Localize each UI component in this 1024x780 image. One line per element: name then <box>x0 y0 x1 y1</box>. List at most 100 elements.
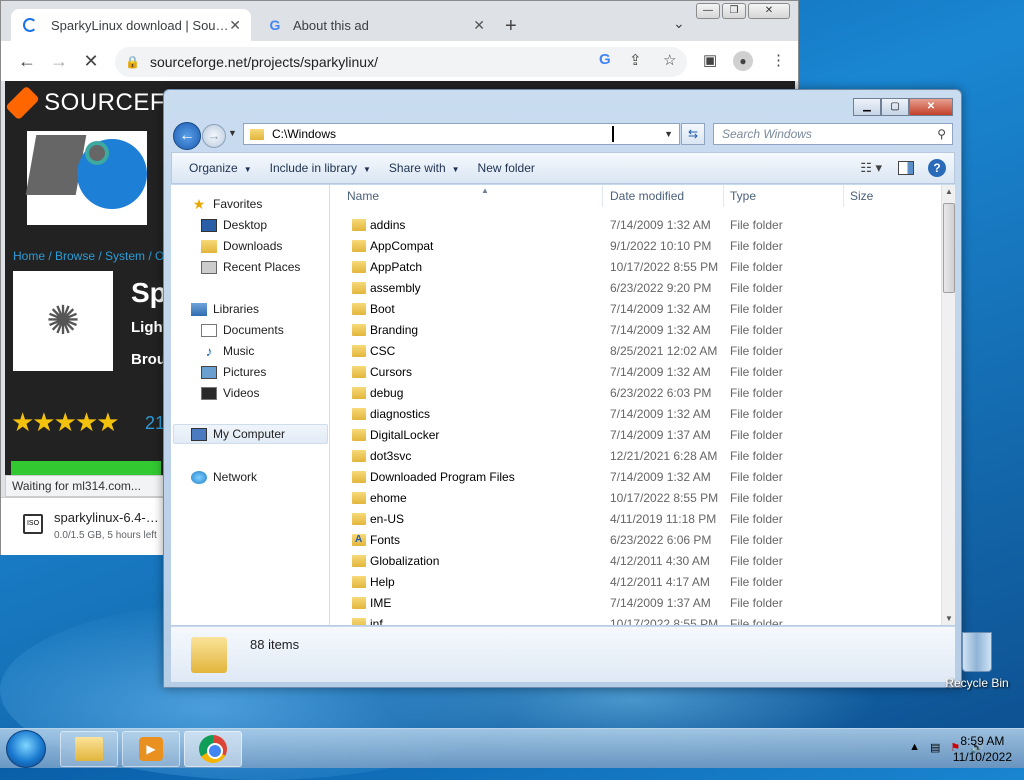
preview-pane-icon[interactable] <box>898 161 914 175</box>
folder-icon <box>352 261 366 273</box>
file-row[interactable]: debug 6/23/2022 6:03 PM File folder <box>331 383 941 404</box>
close-button[interactable]: ✕ <box>909 98 953 116</box>
sourceforge-logo-icon[interactable] <box>5 85 40 121</box>
file-row[interactable]: Fonts 6/23/2022 6:06 PM File folder <box>331 529 941 551</box>
include-in-library-button[interactable]: Include in library ▼ <box>261 161 380 175</box>
file-row[interactable]: Cursors 7/14/2009 1:32 AM File folder <box>331 362 941 383</box>
network-tray-icon[interactable]: ▤ <box>930 741 940 754</box>
column-type[interactable]: Type <box>724 185 844 207</box>
search-input[interactable]: Search Windows ⚲ <box>713 123 953 145</box>
download-filename[interactable]: sparkylinux-6.4-x86 <box>54 510 164 525</box>
nav-my-computer[interactable]: My Computer <box>173 424 328 444</box>
tab-search-icon[interactable]: ⌄ <box>673 15 685 32</box>
forward-arrow-icon[interactable]: → <box>202 124 226 148</box>
column-date-modified[interactable]: Date modified <box>604 185 724 207</box>
organize-button[interactable]: Organize ▼ <box>180 161 261 175</box>
sourceforge-logo-text[interactable]: SOURCEF <box>44 89 165 117</box>
nav-favorites[interactable]: ★ Favorites <box>191 194 263 214</box>
file-row[interactable]: Globalization 4/12/2011 4:30 AM File folde… <box>331 551 941 572</box>
scroll-up-icon[interactable]: ▲ <box>945 187 953 196</box>
help-icon[interactable]: ? <box>928 159 946 177</box>
column-size[interactable]: Size <box>844 185 934 207</box>
bookmark-star-icon[interactable]: ☆ <box>663 51 676 69</box>
tab-about-ad[interactable]: G About this ad ✕ <box>255 9 495 41</box>
libraries-icon <box>191 302 207 316</box>
file-row[interactable]: addins 7/14/2009 1:32 AM File folder <box>331 215 941 236</box>
profile-avatar-icon[interactable]: ● <box>733 51 753 71</box>
file-row[interactable]: Downloaded Program Files 7/14/2009 1:32 A… <box>331 467 941 488</box>
new-tab-button[interactable]: + <box>505 15 517 38</box>
file-row[interactable]: en-US 4/11/2019 11:18 PM File folder <box>331 509 941 530</box>
nav-recent-places[interactable]: Recent Places <box>201 257 300 277</box>
recent-pages-chevron-icon[interactable]: ▼ <box>228 128 237 138</box>
file-row[interactable]: AppPatch 10/17/2022 8:55 PM File folder <box>331 257 941 278</box>
vertical-scrollbar[interactable]: ▲ ▼ <box>941 185 955 625</box>
file-date: 7/14/2009 1:32 AM <box>610 302 711 316</box>
folder-icon <box>352 303 366 315</box>
minimize-button[interactable]: — <box>696 3 720 19</box>
side-panel-icon[interactable]: ▣ <box>703 51 717 69</box>
file-row[interactable]: CSC 8/25/2021 12:02 AM File folder <box>331 341 941 362</box>
change-view-icon[interactable]: ☷ ▾ <box>860 160 882 176</box>
scroll-down-icon[interactable]: ▼ <box>945 614 953 623</box>
nav-downloads[interactable]: Downloads <box>201 236 282 256</box>
column-name[interactable]: ▲ Name <box>341 185 603 207</box>
network-icon <box>191 470 207 484</box>
taskbar-chrome[interactable] <box>184 731 242 767</box>
file-row[interactable]: diagnostics 7/14/2009 1:32 AM File folder <box>331 404 941 425</box>
forward-arrow-icon[interactable]: → <box>43 51 75 72</box>
ad-banner[interactable] <box>25 131 147 225</box>
file-row[interactable]: inf 10/17/2022 8:55 PM File folder <box>331 614 941 625</box>
google-lens-icon[interactable]: G <box>599 51 611 68</box>
taskbar-media-player[interactable]: ▶ <box>122 731 180 767</box>
taskbar-explorer[interactable] <box>60 731 118 767</box>
show-hidden-icons-icon[interactable]: ▲ <box>909 741 920 754</box>
file-row[interactable]: IME 7/14/2009 1:37 AM File folder <box>331 593 941 614</box>
clock[interactable]: 8:59 AM 11/10/2022 <box>953 733 1012 765</box>
file-row[interactable]: Boot 7/14/2009 1:32 AM File folder <box>331 299 941 320</box>
file-row[interactable]: AppCompat 9/1/2022 10:10 PM File folder <box>331 236 941 257</box>
share-with-button[interactable]: Share with ▼ <box>380 161 469 175</box>
restore-button[interactable]: ❐ <box>722 3 746 19</box>
refresh-icon[interactable]: ⇆ <box>681 123 705 145</box>
address-dropdown-icon[interactable]: ▼ <box>664 129 673 139</box>
folder-icon <box>352 576 366 588</box>
file-row[interactable]: assembly 6/23/2022 9:20 PM File folder <box>331 278 941 299</box>
item-count: 88 items <box>250 637 300 652</box>
nav-libraries[interactable]: Libraries <box>191 299 259 319</box>
close-tab-icon[interactable]: ✕ <box>473 17 485 34</box>
menu-kebab-icon[interactable]: ⋮ <box>771 51 786 69</box>
breadcrumb[interactable]: Home / Browse / System / OS <box>13 249 172 263</box>
file-row[interactable]: dot3svc 12/21/2021 6:28 AM File folder <box>331 446 941 467</box>
nav-network[interactable]: Network <box>191 467 257 487</box>
nav-music[interactable]: ♪ Music <box>201 341 255 361</box>
file-type: File folder <box>730 428 783 442</box>
file-type: File folder <box>730 470 783 484</box>
lock-icon[interactable]: 🔒 <box>125 55 140 69</box>
file-row[interactable]: Help 4/12/2011 4:17 AM File folder <box>331 572 941 593</box>
explorer-window-controls: ▁ ▢ ✕ <box>853 98 953 116</box>
minimize-button[interactable]: ▁ <box>853 98 881 116</box>
back-arrow-icon[interactable]: ← <box>173 122 201 150</box>
navigation-pane: ★ Favorites Desktop Downloads Recent Plac… <box>171 185 330 625</box>
nav-videos[interactable]: Videos <box>201 383 259 403</box>
stop-loading-icon[interactable]: ✕ <box>75 51 107 72</box>
share-icon[interactable]: ⇪ <box>629 51 642 69</box>
nav-desktop[interactable]: Desktop <box>201 215 267 235</box>
scroll-thumb[interactable] <box>943 203 955 293</box>
new-folder-button[interactable]: New folder <box>469 161 544 175</box>
file-row[interactable]: ehome 10/17/2022 8:55 PM File folder <box>331 488 941 509</box>
nav-pictures[interactable]: Pictures <box>201 362 266 382</box>
close-button[interactable]: ✕ <box>748 3 790 19</box>
nav-documents[interactable]: Documents <box>201 320 284 340</box>
address-bar[interactable]: C:\Windows ▼ <box>243 123 680 145</box>
maximize-button[interactable]: ▢ <box>881 98 909 116</box>
file-row[interactable]: DigitalLocker 7/14/2009 1:37 AM File folde… <box>331 425 941 446</box>
file-row[interactable]: Branding 7/14/2009 1:32 AM File folder <box>331 320 941 341</box>
recycle-bin[interactable]: Recycle Bin <box>944 632 1010 690</box>
tab-sparkylinux[interactable]: SparkyLinux download | SourceForge.net ✕ <box>11 9 251 41</box>
start-button[interactable] <box>6 730 46 768</box>
back-arrow-icon[interactable]: ← <box>11 51 43 72</box>
close-tab-icon[interactable]: ✕ <box>229 17 241 34</box>
file-type: File folder <box>730 512 783 526</box>
